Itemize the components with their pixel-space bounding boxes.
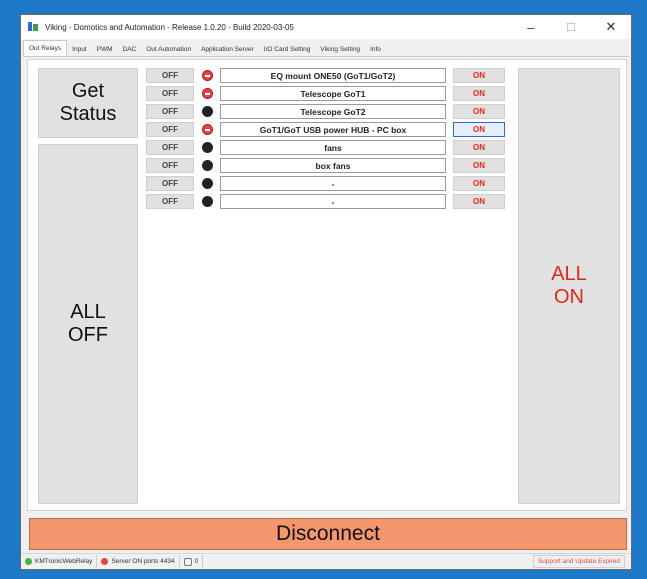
tab-pwm[interactable]: PWM xyxy=(92,43,118,56)
maximize-button[interactable]: ☐ xyxy=(551,15,591,39)
relay-name-field[interactable]: fans xyxy=(220,140,446,155)
relay-on-button[interactable]: ON xyxy=(453,140,505,155)
relay-name-field[interactable]: EQ mount ONE50 (GoT1/GoT2) xyxy=(220,68,446,83)
relay-row: OFF - ON xyxy=(146,194,516,210)
relay-off-button[interactable]: OFF xyxy=(146,158,194,173)
relay-name-field[interactable]: Telescope GoT2 xyxy=(220,104,446,119)
relay-row: OFF GoT1/GoT USB power HUB - PC box ON xyxy=(146,122,516,138)
window-controls: – ☐ ✕ xyxy=(511,15,631,39)
get-status-button[interactable]: Get Status xyxy=(38,68,138,138)
tab-out-automation[interactable]: Out Automation xyxy=(141,43,196,56)
device-status: KMTronicWebRelay xyxy=(21,555,98,568)
window-title: Viking - Domotics and Automation - Relea… xyxy=(45,22,294,32)
relay-name-field[interactable]: - xyxy=(220,176,446,191)
tab-info[interactable]: Info xyxy=(365,43,386,56)
relay-row: OFF box fans ON xyxy=(146,158,516,174)
relay-on-button[interactable]: ON xyxy=(453,158,505,173)
relay-row: OFF fans ON xyxy=(146,140,516,156)
app-window: Viking - Domotics and Automation - Relea… xyxy=(20,14,632,570)
relay-name-field[interactable]: box fans xyxy=(220,158,446,173)
relay-off-button[interactable]: OFF xyxy=(146,122,194,137)
relay-off-button[interactable]: OFF xyxy=(146,194,194,209)
all-on-button[interactable]: ALL ON xyxy=(518,68,620,504)
disconnect-button[interactable]: Disconnect xyxy=(29,518,627,550)
relay-row: OFF - ON xyxy=(146,176,516,192)
server-text: Server ON ports 4434 xyxy=(111,558,175,565)
tab-dac[interactable]: DAC xyxy=(118,43,142,56)
counter-status: 0 xyxy=(180,555,204,568)
relay-on-button[interactable]: ON xyxy=(453,68,505,83)
tab-viking-setting[interactable]: Viking Setting xyxy=(315,43,365,56)
relay-row: OFF Telescope GoT2 ON xyxy=(146,104,516,120)
relay-on-button[interactable]: ON xyxy=(453,194,505,209)
relay-status-led-icon xyxy=(202,88,213,99)
relay-row: OFF Telescope GoT1 ON xyxy=(146,86,516,102)
sync-icon xyxy=(183,557,192,566)
relay-row: OFF EQ mount ONE50 (GoT1/GoT2) ON xyxy=(146,68,516,84)
support-status-link[interactable]: Support and Update Expired xyxy=(532,555,625,568)
server-status: Server ON ports 4434 xyxy=(97,555,180,568)
tab-bar: Out Relays Input PWM DAC Out Automation … xyxy=(23,40,629,57)
relays-panel: Get Status ALL OFF ALL ON OFF EQ mount O… xyxy=(27,59,627,511)
relay-status-led-icon xyxy=(202,178,213,189)
tab-out-relays[interactable]: Out Relays xyxy=(23,40,68,56)
all-off-button[interactable]: ALL OFF xyxy=(38,144,138,504)
relay-off-button[interactable]: OFF xyxy=(146,140,194,155)
relay-on-button[interactable]: ON xyxy=(453,86,505,101)
relay-status-led-icon xyxy=(202,106,213,117)
relay-status-led-icon xyxy=(202,160,213,171)
relay-on-button[interactable]: ON xyxy=(453,176,505,191)
tab-application-server[interactable]: Application Server xyxy=(196,43,259,56)
app-icon xyxy=(27,21,39,33)
relay-name-field[interactable]: - xyxy=(220,194,446,209)
close-button[interactable]: ✕ xyxy=(591,15,631,39)
relay-on-button[interactable]: ON xyxy=(453,104,505,119)
relay-status-led-icon xyxy=(202,196,213,207)
relay-status-led-icon xyxy=(202,124,213,135)
relay-on-button[interactable]: ON xyxy=(453,122,505,137)
relay-status-led-icon xyxy=(202,70,213,81)
status-bar: KMTronicWebRelay Server ON ports 4434 0 … xyxy=(21,553,631,569)
minimize-button[interactable]: – xyxy=(511,15,551,39)
connection-led-icon xyxy=(25,558,32,565)
relay-off-button[interactable]: OFF xyxy=(146,104,194,119)
relay-off-button[interactable]: OFF xyxy=(146,176,194,191)
relay-name-field[interactable]: GoT1/GoT USB power HUB - PC box xyxy=(220,122,446,137)
counter-value: 0 xyxy=(194,558,199,565)
server-led-icon xyxy=(101,558,109,565)
tab-io-card-setting[interactable]: I/O Card Setting xyxy=(259,43,316,56)
title-bar: Viking - Domotics and Automation - Relea… xyxy=(21,15,631,39)
relay-off-button[interactable]: OFF xyxy=(146,86,194,101)
device-name: KMTronicWebRelay xyxy=(35,558,93,565)
relay-name-field[interactable]: Telescope GoT1 xyxy=(220,86,446,101)
relay-off-button[interactable]: OFF xyxy=(146,68,194,83)
tab-input[interactable]: Input xyxy=(67,43,91,56)
relay-status-led-icon xyxy=(202,142,213,153)
